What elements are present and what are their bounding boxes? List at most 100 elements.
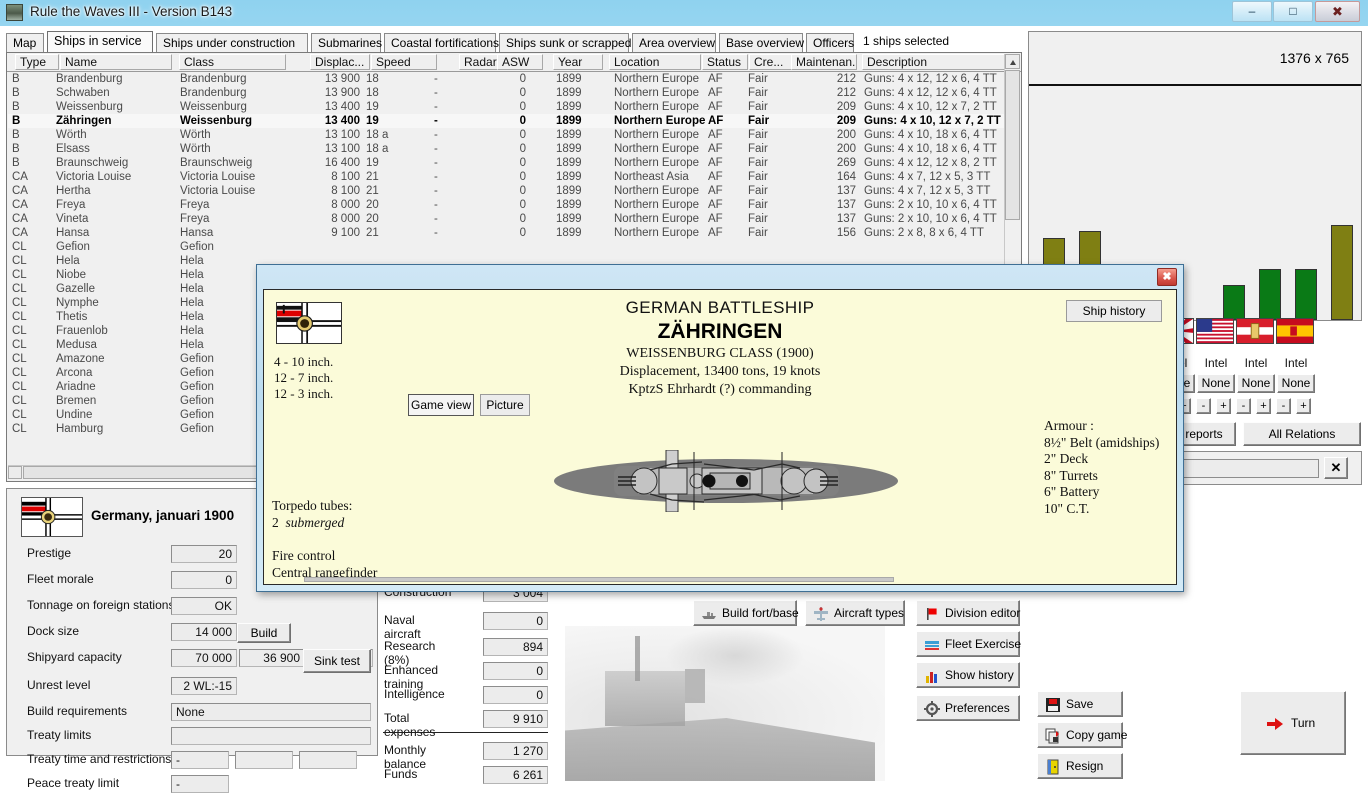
fleet-exercise-button[interactable]: Fleet Exercise [916, 631, 1020, 657]
tab-ships-sunk-or-scrapped[interactable]: Ships sunk or scrapped [499, 33, 629, 53]
scroll-left-button[interactable] [8, 466, 22, 479]
field-value[interactable]: 2 WL:-15 [171, 677, 237, 695]
relation-increase-button[interactable]: + [1216, 398, 1231, 414]
table-row[interactable]: CLGefionGefion [8, 240, 1005, 254]
field-value[interactable]: 70 000 [171, 649, 237, 667]
save-button[interactable]: Save [1037, 691, 1123, 717]
table-row[interactable]: CAVinetaFreya8 00020-01899Northern Europ… [8, 212, 1005, 226]
tab-area-overview[interactable]: Area overview [632, 33, 716, 53]
cell-type: CL [12, 394, 52, 408]
tab-base-overview[interactable]: Base overview [719, 33, 803, 53]
column-header-description[interactable]: Description [862, 54, 1015, 70]
cell-crew: Fair [748, 226, 796, 240]
scroll-thumb[interactable] [1005, 70, 1020, 220]
table-row[interactable]: BBrandenburgBrandenburg13 90018-01899Nor… [8, 72, 1005, 86]
cell-class: Freya [180, 212, 290, 226]
cell-speed: 19 [366, 100, 418, 114]
field-value[interactable]: - [171, 775, 229, 793]
column-header-location[interactable]: Location [609, 54, 701, 70]
column-header-year[interactable]: Year [553, 54, 603, 70]
table-row[interactable]: BElsassWörth13 10018 a-01899Northern Eur… [8, 142, 1005, 156]
budget-value[interactable]: 6 261 [483, 766, 548, 784]
intel-value-box[interactable]: None [1237, 374, 1275, 393]
column-header-status[interactable]: Status [702, 54, 748, 70]
flag-united-states-icon[interactable] [1196, 318, 1234, 344]
field-value[interactable] [171, 727, 371, 745]
tab-ships-in-service[interactable]: Ships in service [47, 31, 153, 53]
cell-displacement: 13 900 [294, 86, 360, 100]
field-value[interactable]: None [171, 703, 371, 721]
relation-increase-button[interactable]: + [1296, 398, 1311, 414]
preferences-button[interactable]: Preferences [916, 695, 1020, 721]
cell-name: Hela [56, 254, 178, 268]
show-history-button[interactable]: Show history [916, 662, 1020, 688]
cell-speed: 21 [366, 184, 418, 198]
column-header-displac[interactable]: Displac... [310, 54, 370, 70]
intel-value-box[interactable]: None [1277, 374, 1315, 393]
cell-radar: - [434, 212, 488, 226]
field-value-secondary[interactable]: 36 900 [239, 649, 305, 667]
column-header-name[interactable]: Name [60, 54, 172, 70]
flag-spain-icon[interactable] [1276, 318, 1314, 344]
division-editor-button[interactable]: Division editor [916, 600, 1020, 626]
cell-radar: - [434, 156, 488, 170]
field-value[interactable]: - [171, 751, 229, 769]
field-value[interactable]: 0 [171, 571, 237, 589]
dialog-close-button[interactable]: ✖ [1157, 268, 1177, 286]
torpedo-count: 2 [272, 515, 279, 530]
table-row[interactable]: BWeissenburgWeissenburg13 40019-01899Nor… [8, 100, 1005, 114]
field-value-secondary[interactable] [235, 751, 293, 769]
budget-value[interactable]: 1 270 [483, 742, 548, 760]
budget-value[interactable]: 0 [483, 612, 548, 630]
table-row[interactable]: BWörthWörth13 10018 a-01899Northern Euro… [8, 128, 1005, 142]
field-value[interactable]: OK [171, 597, 237, 615]
resign-button[interactable]: Resign [1037, 753, 1123, 779]
budget-value[interactable]: 9 910 [483, 710, 548, 728]
relation-decrease-button[interactable]: - [1276, 398, 1291, 414]
column-header-type[interactable]: Type [15, 54, 59, 70]
all-relations-button[interactable]: All Relations [1243, 422, 1361, 446]
copy-game-button[interactable]: Copy game [1037, 722, 1123, 748]
table-row[interactable]: BSchwabenBrandenburg13 90018-01899Northe… [8, 86, 1005, 100]
minimize-button[interactable]: – [1232, 1, 1272, 22]
table-row[interactable]: CAHansaHansa9 10021-01899Northern Europe… [8, 226, 1005, 240]
tab-ships-under-construction[interactable]: Ships under construction [156, 33, 308, 53]
maximize-button[interactable]: □ [1273, 1, 1313, 22]
clear-search-button[interactable]: ✕ [1324, 457, 1348, 479]
field-value-tertiary[interactable] [299, 751, 357, 769]
budget-value[interactable]: 894 [483, 638, 548, 656]
table-row[interactable]: CAHerthaVictoria Louise8 10021-01899Nort… [8, 184, 1005, 198]
relation-decrease-button[interactable]: - [1236, 398, 1251, 414]
flag-austria-hungary-icon[interactable] [1236, 318, 1274, 344]
tab-map[interactable]: Map [6, 33, 44, 53]
tab-coastal-fortifications[interactable]: Coastal fortifications [384, 33, 496, 53]
column-header-cre[interactable]: Cre... [749, 54, 795, 70]
column-header-class[interactable]: Class [179, 54, 286, 70]
cell-speed: 20 [366, 212, 418, 226]
table-row[interactable]: CAVictoria LouiseVictoria Louise8 10021-… [8, 170, 1005, 184]
field-value[interactable]: 20 [171, 545, 237, 563]
sink-test-button[interactable]: Sink test [303, 649, 371, 673]
column-header-asw[interactable]: ASW [497, 54, 543, 70]
cell-speed: 21 [366, 226, 418, 240]
relation-decrease-button[interactable]: - [1196, 398, 1211, 414]
dialog-scroll-indicator[interactable] [304, 577, 894, 582]
aircraft-types-button[interactable]: Aircraft types [805, 600, 905, 626]
tab-submarines[interactable]: Submarines [311, 33, 381, 53]
table-row[interactable]: BZähringenWeissenburg13 40019-01899North… [8, 114, 1005, 128]
scroll-up-button[interactable] [1005, 54, 1020, 69]
field-value[interactable]: 14 000 [171, 623, 237, 641]
column-header-maintenan[interactable]: Maintenan... [791, 54, 857, 70]
turn-button[interactable]: Turn [1240, 691, 1346, 755]
table-row[interactable]: BBraunschweigBraunschweig16 40019-01899N… [8, 156, 1005, 170]
close-button[interactable]: ✖ [1315, 1, 1360, 22]
build-fort-base-button[interactable]: Build fort/base [693, 600, 797, 626]
tab-officers[interactable]: Officers [806, 33, 854, 53]
build-dock-button[interactable]: Build [237, 623, 291, 643]
budget-value[interactable]: 0 [483, 662, 548, 680]
relation-increase-button[interactable]: + [1256, 398, 1271, 414]
column-header-speed[interactable]: Speed [371, 54, 437, 70]
table-row[interactable]: CAFreyaFreya8 00020-01899Northern Europe… [8, 198, 1005, 212]
budget-value[interactable]: 0 [483, 686, 548, 704]
intel-value-box[interactable]: None [1197, 374, 1235, 393]
